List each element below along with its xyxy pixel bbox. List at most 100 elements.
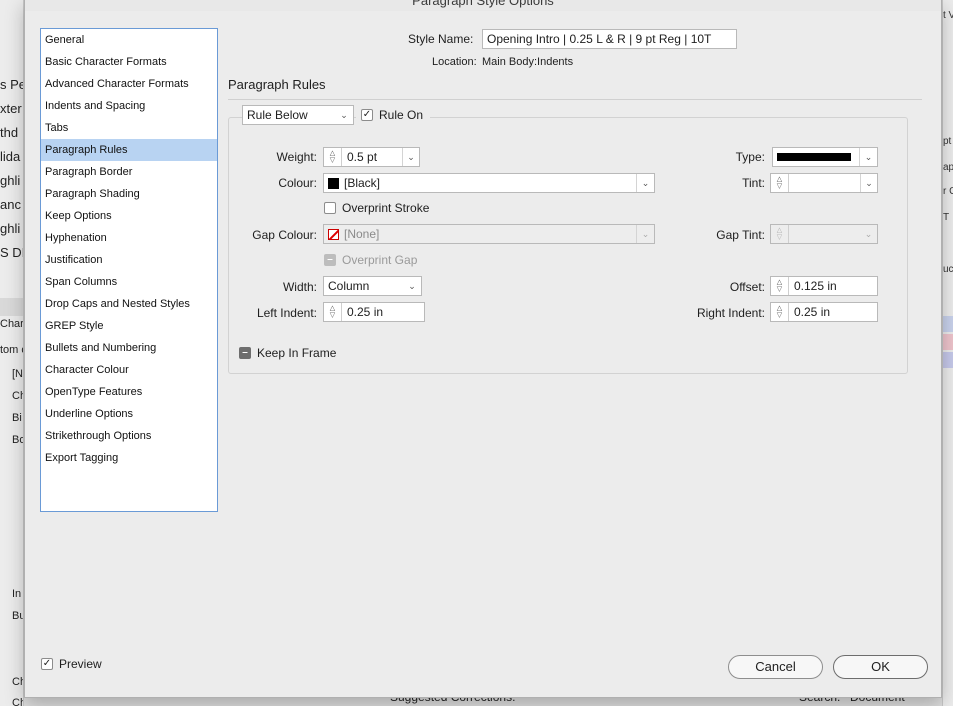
category-character-colour[interactable]: Character Colour — [41, 359, 217, 381]
right-indent-value[interactable]: 0.25 in — [789, 303, 877, 321]
chevron-down-icon[interactable]: ⌄ — [860, 174, 877, 192]
bg-text: lida — [0, 149, 21, 164]
stepper-arrows-icon[interactable]: △ ▽ — [324, 303, 342, 321]
bg-panel-header — [0, 298, 23, 316]
width-dropdown[interactable]: Column ⌄ — [323, 276, 422, 296]
keep-in-frame-checkbox[interactable]: – — [239, 347, 251, 359]
overprint-stroke-checkbox[interactable] — [324, 202, 336, 214]
chevron-down-icon: ⌄ — [864, 229, 873, 239]
category-general[interactable]: General — [41, 29, 217, 51]
weight-value[interactable]: 0.5 pt — [342, 148, 402, 166]
chevron-down-icon: ⌄ — [859, 148, 877, 166]
bg-text: Bu — [12, 610, 23, 622]
keep-in-frame-label: Keep In Frame — [257, 346, 337, 360]
paragraph-style-options-dialog: Paragraph Style Options General Basic Ch… — [24, 0, 942, 698]
location-value: Main Body:Indents — [482, 56, 574, 68]
bg-text: [N — [12, 368, 23, 380]
category-export-tagging[interactable]: Export Tagging — [41, 447, 217, 469]
colour-dropdown[interactable]: [Black] ⌄ — [323, 173, 655, 193]
left-indent-stepper[interactable]: △ ▽ 0.25 in — [323, 302, 425, 322]
bg-text: S DI — [0, 245, 24, 260]
gap-colour-value: [None] — [344, 227, 380, 241]
category-strikethrough-options[interactable]: Strikethrough Options — [41, 425, 217, 447]
bg-text: In — [12, 588, 22, 600]
category-justification[interactable]: Justification — [41, 249, 217, 271]
bg-text: ghli — [0, 221, 21, 236]
style-name-label: Style Name: — [408, 32, 474, 46]
overprint-stroke-label: Overprint Stroke — [342, 201, 430, 215]
preview-label: Preview — [59, 657, 102, 671]
style-name-input[interactable]: Opening Intro | 0.25 L & R | 9 pt Reg | … — [482, 29, 737, 49]
rule-on-checkbox[interactable]: ✓ — [361, 109, 373, 121]
tint-stepper[interactable]: △ ▽ ⌄ — [770, 173, 878, 193]
category-paragraph-rules[interactable]: Paragraph Rules — [41, 139, 217, 161]
gap-colour-dropdown[interactable]: [None] ⌄ — [323, 224, 655, 244]
bg-text: T — [943, 212, 950, 223]
width-value: Column — [328, 279, 370, 293]
right-indent-label: Right Indent: — [696, 306, 765, 320]
category-tabs[interactable]: Tabs — [41, 117, 217, 139]
right-indent-stepper[interactable]: △ ▽ 0.25 in — [770, 302, 878, 322]
type-dropdown[interactable]: ⌄ — [772, 147, 878, 167]
bg-text: anc — [0, 197, 21, 212]
weight-stepper[interactable]: △ ▽ 0.5 pt ⌄ — [323, 147, 420, 167]
bg-swatch — [943, 316, 953, 332]
left-indent-value[interactable]: 0.25 in — [342, 303, 424, 321]
background-bottom-bar: Suggested Corrections: Search: Document — [24, 690, 942, 706]
category-underline-options[interactable]: Underline Options — [41, 403, 217, 425]
overprint-gap-checkbox[interactable]: – — [324, 254, 336, 266]
chevron-down-icon: ⌄ — [340, 110, 348, 120]
category-opentype-features[interactable]: OpenType Features — [41, 381, 217, 403]
category-advanced-character-formats[interactable]: Advanced Character Formats — [41, 73, 217, 95]
black-swatch-icon — [328, 178, 339, 189]
cancel-button[interactable]: Cancel — [728, 655, 823, 679]
stepper-arrows-icon[interactable]: △ ▽ — [771, 303, 789, 321]
category-drop-caps-and-nested-styles[interactable]: Drop Caps and Nested Styles — [41, 293, 217, 315]
none-swatch-icon — [328, 229, 339, 240]
category-list: General Basic Character Formats Advanced… — [40, 28, 218, 512]
category-basic-character-formats[interactable]: Basic Character Formats — [41, 51, 217, 73]
bg-text: Chara — [0, 318, 24, 330]
bg-text: thd — [0, 125, 19, 140]
type-label: Type: — [735, 150, 765, 164]
stepper-arrows-icon[interactable]: △ ▽ — [771, 277, 789, 295]
ok-button[interactable]: OK — [833, 655, 928, 679]
category-bullets-and-numbering[interactable]: Bullets and Numbering — [41, 337, 217, 359]
offset-stepper[interactable]: △ ▽ 0.125 in — [770, 276, 878, 296]
gap-colour-label: Gap Colour: — [252, 228, 317, 242]
category-grep-style[interactable]: GREP Style — [41, 315, 217, 337]
bg-text: Checkbox — [12, 697, 23, 706]
bg-text: Bo — [12, 434, 23, 446]
category-paragraph-border[interactable]: Paragraph Border — [41, 161, 217, 183]
category-span-columns[interactable]: Span Columns — [41, 271, 217, 293]
bg-text: xter — [0, 101, 22, 116]
gap-tint-stepper[interactable]: △ ▽ ⌄ — [770, 224, 878, 244]
stepper-arrows-icon[interactable]: △ ▽ — [324, 148, 342, 166]
bg-text: Ch — [12, 390, 23, 402]
offset-value[interactable]: 0.125 in — [789, 277, 877, 295]
stepper-arrows-icon: △ ▽ — [771, 225, 789, 243]
preview-checkbox[interactable]: ✓ — [41, 658, 53, 670]
stepper-arrows-icon[interactable]: △ ▽ — [771, 174, 789, 192]
category-indents-and-spacing[interactable]: Indents and Spacing — [41, 95, 217, 117]
category-hyphenation[interactable]: Hyphenation — [41, 227, 217, 249]
rule-position-value: Rule Below — [247, 108, 308, 122]
bg-text: uc — [943, 264, 953, 275]
category-keep-options[interactable]: Keep Options — [41, 205, 217, 227]
weight-label: Weight: — [276, 150, 317, 164]
section-title: Paragraph Rules — [228, 77, 326, 92]
category-paragraph-shading[interactable]: Paragraph Shading — [41, 183, 217, 205]
colour-value: [Black] — [344, 176, 381, 190]
offset-label: Offset: — [729, 280, 765, 294]
overprint-gap-label: Overprint Gap — [342, 253, 418, 267]
rule-on-label: Rule On — [379, 108, 424, 122]
bg-swatch — [943, 334, 953, 350]
rule-position-dropdown[interactable]: Rule Below ⌄ — [242, 105, 354, 125]
tint-label: Tint: — [742, 176, 765, 190]
tint-value[interactable] — [789, 174, 860, 192]
left-indent-label: Left Indent: — [256, 306, 317, 320]
background-left-panel: s Pe xter thd lida ghli anc ghli S DI Ch… — [0, 0, 24, 706]
chevron-down-icon[interactable]: ⌄ — [402, 148, 419, 166]
chevron-down-icon: ⌄ — [636, 174, 654, 192]
bg-text: t V — [943, 10, 953, 21]
